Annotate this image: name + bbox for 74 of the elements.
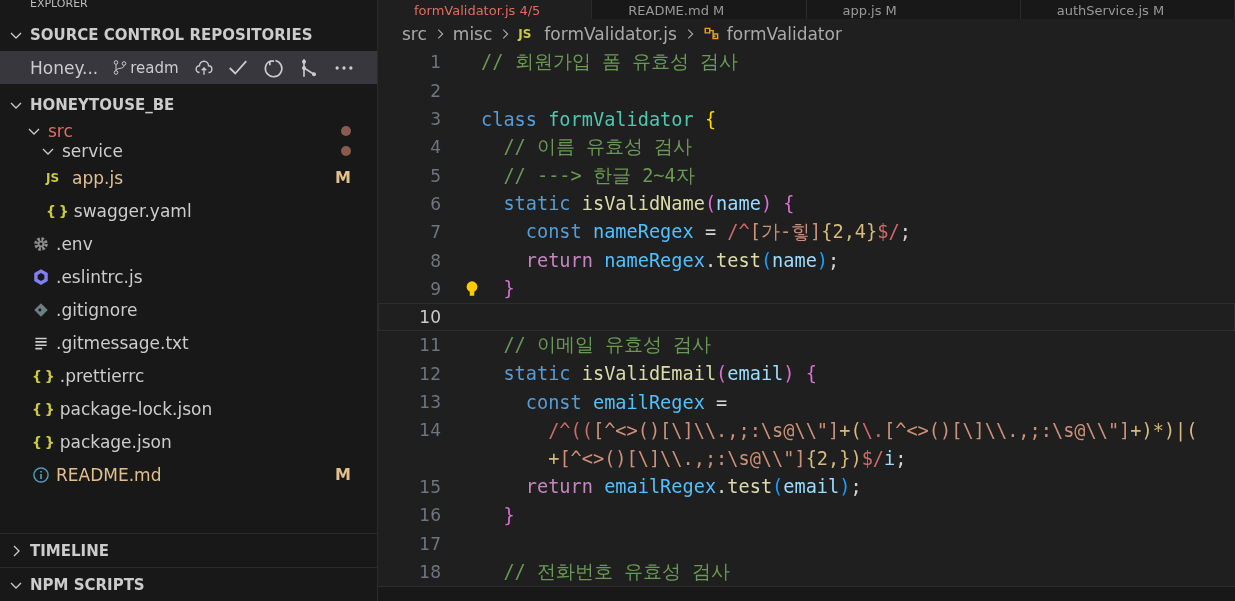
line-number: 15 [418,476,441,497]
line-number: 13 [418,392,441,412]
file-name[interactable]: .eslintrc.js [56,266,143,287]
status-letter: M [335,465,351,484]
section-header[interactable]: TIMELINE [30,541,109,560]
line-number: 5 [429,165,441,186]
file-name[interactable]: package-lock.json [59,398,213,419]
breadcrumb-item[interactable]: formValidator.js [544,23,677,44]
line-number: 17 [418,533,441,554]
editor-tab[interactable]: authService.js M [1020,0,1235,20]
code-line: /^(([^<>()[\]\\.,;:\s@\\"]+(\.[^<>()[\]\\.,;:\s@\\"]+)*)|( [547,419,1198,441]
code-line: return nameRegex.test(name); [524,250,840,272]
line-number: 2 [429,80,441,101]
code-line: } [502,278,515,300]
braces-icon: { } [46,202,68,219]
editor-tab[interactable]: README.md M [592,0,807,20]
line-number: 4 [429,137,441,158]
line-number: 10 [418,307,441,328]
breadcrumb-item[interactable]: src [402,23,427,44]
code-line: class formValidator { [481,108,717,130]
code-line: // 회원가입 폼 유효성 검사 [481,50,739,75]
code-line: +[^<>()[\]\\.,;:\s@\\"]{2,})$/i; [547,448,907,470]
hexagon-icon [32,267,50,286]
line-number: 7 [429,222,441,243]
status-letter: M [335,168,351,187]
gear-icon [32,234,50,253]
file-name[interactable]: .gitignore [56,299,138,320]
section-header[interactable]: SOURCE CONTROL REPOSITORIES [30,25,313,44]
code-line: } [502,504,515,526]
repository-name: Honey... [30,57,99,78]
editor-tab[interactable]: formValidator.js 4/5 [378,0,593,20]
code-line: static isValidName(name) { [502,193,795,215]
line-number: 3 [429,109,441,130]
code-line: // ---> 한글 2~4자 [502,163,695,188]
branch-icon [112,59,129,76]
code-line: // 전화번호 유효성 검사 [502,559,731,584]
info-icon [32,465,50,484]
editor-tab[interactable]: app.js M [806,0,1021,20]
js-file-icon: JS [46,170,66,185]
cloud-upload-icon[interactable] [194,58,213,77]
line-number: 8 [429,250,441,271]
braces-icon: { } [32,367,54,384]
file-name[interactable]: README.md [56,464,162,485]
line-number: 1 [429,52,441,73]
code-line: // 이메일 유효성 검사 [502,333,712,358]
folder-name[interactable]: service [62,141,123,161]
file-name[interactable]: swagger.yaml [73,200,192,221]
line-number: 12 [418,363,441,384]
braces-icon: { } [32,400,54,417]
folder-name[interactable]: src [48,121,73,141]
file-name[interactable]: package.json [59,431,172,452]
line-number: 9 [429,278,441,299]
code-line: const nameRegex = /^[가-힣]{2,4}$/; [524,220,911,245]
file-name[interactable]: .prettierrc [59,365,145,386]
line-number: 6 [429,193,441,214]
breadcrumb-item[interactable]: misc [452,23,493,44]
line-number: 11 [418,335,441,356]
repository-row[interactable]: Honey... readm [0,51,377,84]
braces-icon: { } [32,433,54,450]
branch-name[interactable]: readm [130,58,179,77]
code-line: // 이름 유효성 검사 [502,135,693,160]
file-name[interactable]: app.js [72,167,123,188]
code-line: return emailRegex.test(email); [524,476,862,498]
section-header[interactable]: NPM SCRIPTS [30,575,145,594]
code-line: const emailRegex = [524,391,728,413]
code-line: static isValidEmail(email) { [502,363,817,385]
line-number: 16 [418,505,441,526]
file-name[interactable]: .gitmessage.txt [56,332,189,353]
section-header[interactable]: HONEYTOUSE_BE [30,95,175,114]
breadcrumb-item[interactable]: formValidator [726,23,842,44]
line-number: 14 [418,420,441,441]
js-file-icon: JS [518,26,539,41]
file-name[interactable]: .env [56,233,93,254]
line-number: 18 [418,561,441,582]
